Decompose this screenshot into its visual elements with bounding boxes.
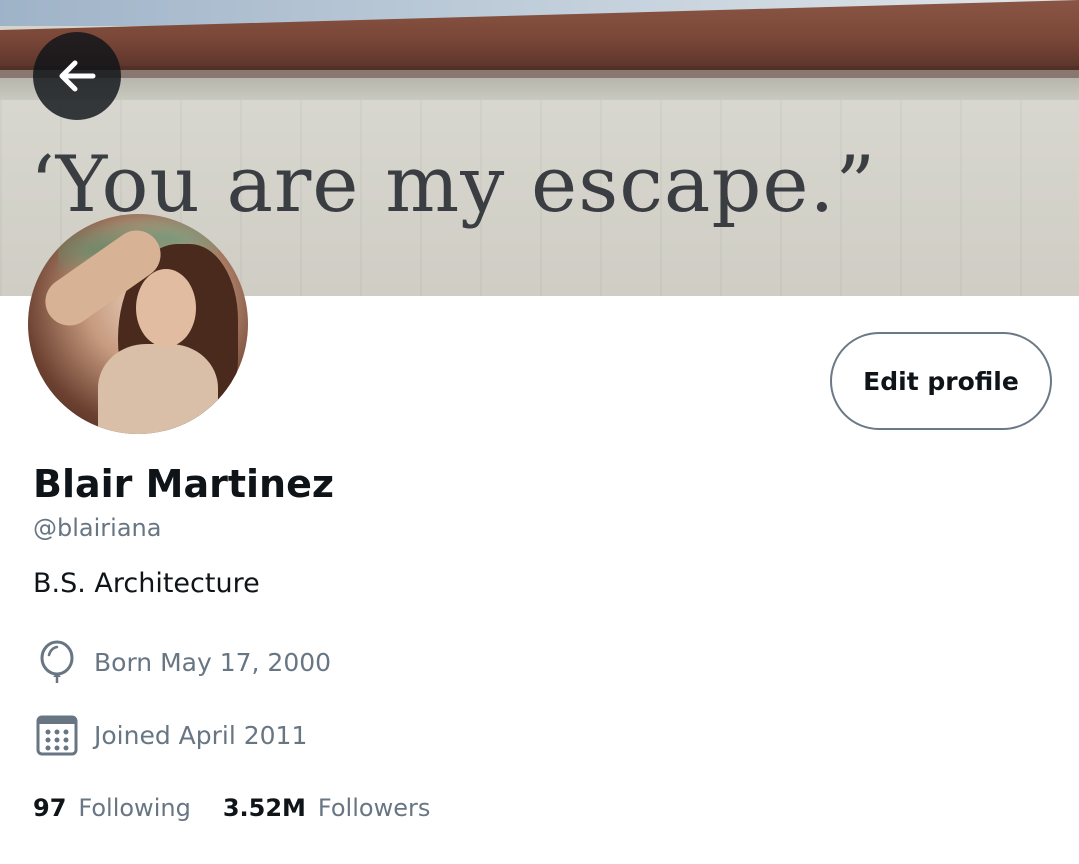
profile-handle: @blairiana (33, 514, 162, 542)
following-link[interactable]: 97 Following (33, 794, 223, 822)
arrow-left-icon (59, 60, 96, 92)
following-count: 97 (33, 794, 67, 822)
avatar-face (136, 269, 196, 347)
balloon-icon (33, 638, 81, 686)
followers-count: 3.52M (222, 794, 306, 822)
profile-name: Blair Martinez (33, 462, 334, 506)
profile-bio: B.S. Architecture (33, 568, 260, 599)
followers-label: Followers (317, 794, 431, 822)
avatar-body (98, 344, 218, 434)
joined-row: Joined April 2011 (33, 711, 307, 759)
banner-ledge (0, 78, 1079, 100)
edit-profile-button[interactable]: Edit profile (830, 332, 1052, 430)
followers-link[interactable]: 3.52M Followers (223, 794, 463, 822)
birthdate-text: Born May 17, 2000 (94, 647, 332, 677)
follow-stats: 97 Following 3.52M Followers (33, 794, 462, 822)
calendar-icon (33, 711, 81, 759)
following-label: Following (78, 794, 191, 822)
joined-text: Joined April 2011 (94, 720, 308, 750)
avatar[interactable] (28, 214, 248, 434)
back-button[interactable] (33, 32, 121, 120)
birthdate-row: Born May 17, 2000 (33, 638, 331, 686)
